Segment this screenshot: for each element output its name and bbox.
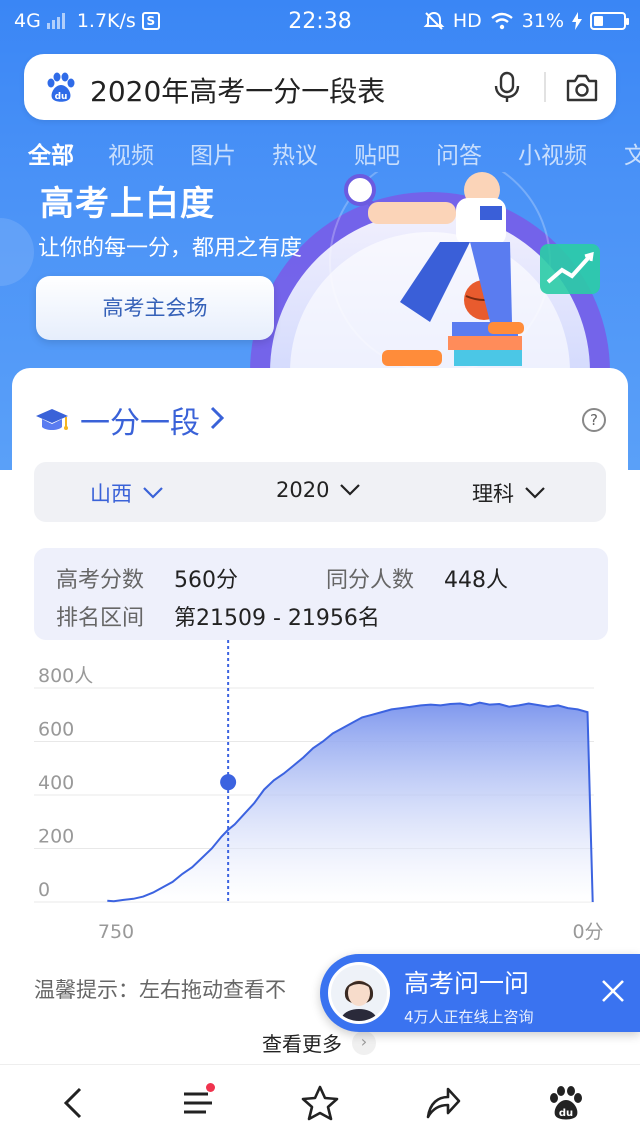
y-tick-label: 400 (38, 772, 74, 794)
banner-title: 高考上白度 (40, 184, 215, 224)
chevron-down-icon (340, 484, 361, 496)
close-icon[interactable] (598, 976, 628, 1006)
same-score-label: 同分人数 (326, 568, 415, 593)
battery-percent: 31% (521, 10, 564, 32)
share-icon[interactable] (422, 1083, 462, 1123)
marker-dot[interactable] (220, 774, 237, 791)
search-input[interactable]: 2020年高考一分一段表 (90, 70, 385, 110)
battery-icon (590, 12, 629, 30)
banner-subtitle: 让你的每一分，都用之有度 (38, 236, 303, 261)
graduation-cap-icon (36, 409, 68, 430)
wifi-icon (491, 12, 513, 30)
charging-icon (572, 12, 582, 30)
camera-icon[interactable] (564, 71, 600, 105)
view-more-label: 查看更多 (262, 1032, 342, 1056)
y-tick-label: 800人 (38, 665, 93, 687)
chevron-down-icon (143, 487, 163, 499)
baidu-paw-icon: du (47, 72, 75, 102)
help-icon[interactable]: ? (582, 408, 606, 432)
hd-label: HD (452, 10, 482, 32)
microphone-icon[interactable] (490, 70, 524, 104)
baidu-icon[interactable]: du (546, 1083, 586, 1123)
score-value: 560分 (174, 568, 238, 593)
status-bar: 4G 1.7K/s S 22:38 HD 31% (0, 0, 640, 44)
mute-icon (423, 11, 445, 30)
consultant-avatar (328, 962, 390, 1024)
y-tick-label: 600 (38, 719, 74, 741)
star-icon[interactable] (300, 1083, 340, 1123)
search-bar[interactable]: du 2020年高考一分一段表 (24, 54, 616, 120)
score-info-panel: 高考分数 560分 同分人数 448人 排名区间 第21509 - 21956名 (34, 548, 608, 640)
x-tick-label: 0分 (572, 921, 603, 943)
main-venue-button[interactable]: 高考主会场 (36, 276, 274, 340)
back-icon[interactable] (54, 1083, 94, 1123)
tab-video[interactable]: 视频 (108, 136, 154, 170)
chevron-down-icon (525, 487, 545, 499)
category-tabs: 全部 视频 图片 热议 贴吧 问答 小视频 文 (0, 132, 640, 172)
province-value: 山西 (90, 482, 132, 506)
drag-tip: 温馨提示：左右拖动查看不 (34, 978, 286, 1002)
rank-label: 排名区间 (56, 606, 145, 631)
score-distribution-chart[interactable]: 800人 600 400 200 0 750 0分 (34, 640, 614, 950)
y-tick-label: 200 (38, 826, 74, 848)
tab-images[interactable]: 图片 (190, 136, 236, 170)
tab-short-video[interactable]: 小视频 (518, 136, 587, 170)
tab-qa[interactable]: 问答 (436, 136, 482, 170)
card-title: 一分一段 (80, 406, 200, 441)
tab-discussion[interactable]: 热议 (272, 136, 318, 170)
province-select[interactable]: 山西 (90, 478, 164, 508)
same-score-value: 448人 (444, 568, 508, 593)
chevron-right-icon (210, 404, 225, 437)
search-divider (544, 72, 546, 102)
tab-tieba[interactable]: 贴吧 (354, 136, 400, 170)
svg-text:du: du (55, 92, 68, 102)
chart-area (107, 702, 593, 902)
subject-value: 理科 (472, 482, 514, 506)
y-tick-label: 0 (38, 879, 50, 901)
bottom-navigation: du (0, 1064, 640, 1138)
view-more-link[interactable]: 查看更多 › (262, 1028, 376, 1057)
consult-title: 高考问一问 (404, 969, 530, 998)
gaokao-banner[interactable]: 高考上白度 让你的每一分，都用之有度 高考主会场 (0, 172, 640, 372)
filter-bar: 山西 2020 理科 (34, 462, 606, 522)
chevron-right-icon: › (352, 1030, 376, 1055)
rank-value: 第21509 - 21956名 (174, 606, 380, 631)
card-header[interactable]: 一分一段 (34, 398, 225, 442)
year-select[interactable]: 2020 (276, 478, 361, 502)
notification-dot (206, 1083, 215, 1092)
tab-all[interactable]: 全部 (28, 136, 74, 170)
consult-widget[interactable]: 高考问一问 4万人正在线上咨询 (320, 954, 640, 1032)
consult-subtitle: 4万人正在线上咨询 (404, 1008, 534, 1026)
tab-more[interactable]: 文 (624, 136, 640, 170)
x-tick-label: 750 (98, 921, 134, 943)
subject-select[interactable]: 理科 (472, 478, 546, 508)
year-value: 2020 (276, 478, 330, 502)
score-label: 高考分数 (56, 568, 145, 593)
svg-text:du: du (559, 1108, 573, 1119)
